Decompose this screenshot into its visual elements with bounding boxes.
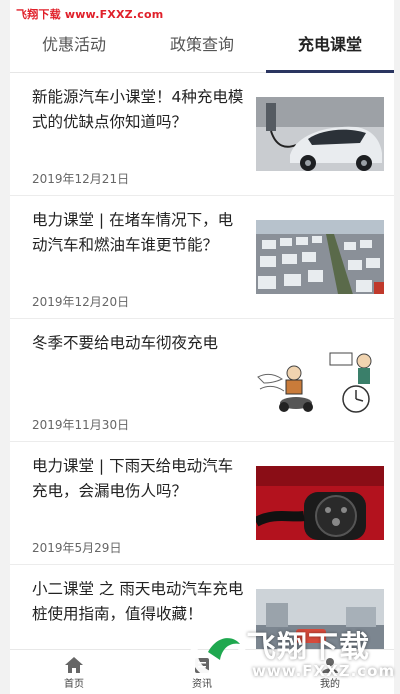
article-thumbnail xyxy=(256,466,384,540)
tab-policy-query[interactable]: 政策查询 xyxy=(138,22,266,72)
article-item[interactable]: 冬季不要给电动车彻夜充电 2019年11月30日 xyxy=(10,319,394,442)
app-screen: 飞翔下载 www.FXXZ.com 优惠活动 政策查询 充电课堂 新能源汽车小课… xyxy=(10,0,394,694)
article-title: 小二课堂 之 雨天电动汽车充电桩使用指南，值得收藏！ xyxy=(32,580,244,623)
tabbar-item-profile[interactable]: 我的 xyxy=(266,650,394,694)
article-item[interactable]: 电力课堂 | 在堵车情况下，电动汽车和燃油车谁更节能？ 2019年12月20日 xyxy=(10,196,394,319)
tab-promotions[interactable]: 优惠活动 xyxy=(10,22,138,72)
article-title: 电力课堂 | 在堵车情况下，电动汽车和燃油车谁更节能？ xyxy=(32,211,234,254)
article-item[interactable]: 电力课堂 | 下雨天给电动汽车充电，会漏电伤人吗？ 2019年5月29日 xyxy=(10,442,394,565)
tabbar-label: 首页 xyxy=(64,679,84,690)
category-tabs: 优惠活动 政策查询 充电课堂 xyxy=(10,22,394,73)
home-icon xyxy=(65,657,83,673)
article-date: 2019年12月21日 xyxy=(32,172,130,186)
article-title: 新能源汽车小课堂！4种充电模式的优缺点你知道吗？ xyxy=(32,88,244,131)
tab-charging-class[interactable]: 充电课堂 xyxy=(266,22,394,73)
article-title: 冬季不要给电动车彻夜充电 xyxy=(32,334,219,352)
watermark-text: 飞翔下载 www.FXXZ.com xyxy=(16,8,164,21)
tabbar-item-home[interactable]: 首页 xyxy=(10,650,138,694)
article-title: 电力课堂 | 下雨天给电动汽车充电，会漏电伤人吗？ xyxy=(32,457,234,500)
article-item[interactable]: 新能源汽车小课堂！4种充电模式的优缺点你知道吗？ 2019年12月21日 xyxy=(10,73,394,196)
tabbar-label: 资讯 xyxy=(192,679,212,690)
article-date: 2019年5月29日 xyxy=(32,541,122,555)
bottom-tab-bar: 首页 资讯 我的 xyxy=(10,649,394,694)
news-icon xyxy=(195,658,209,673)
article-thumbnail xyxy=(256,220,384,294)
tabbar-label: 我的 xyxy=(320,679,340,690)
article-date: 2019年12月20日 xyxy=(32,295,130,309)
tabbar-item-news[interactable]: 资讯 xyxy=(138,650,266,694)
article-thumbnail xyxy=(256,97,384,171)
article-thumbnail xyxy=(256,343,384,417)
article-list: 新能源汽车小课堂！4种充电模式的优缺点你知道吗？ 2019年12月21日 电力课… xyxy=(10,73,394,688)
article-date: 2019年11月30日 xyxy=(32,418,130,432)
profile-icon xyxy=(322,658,338,673)
